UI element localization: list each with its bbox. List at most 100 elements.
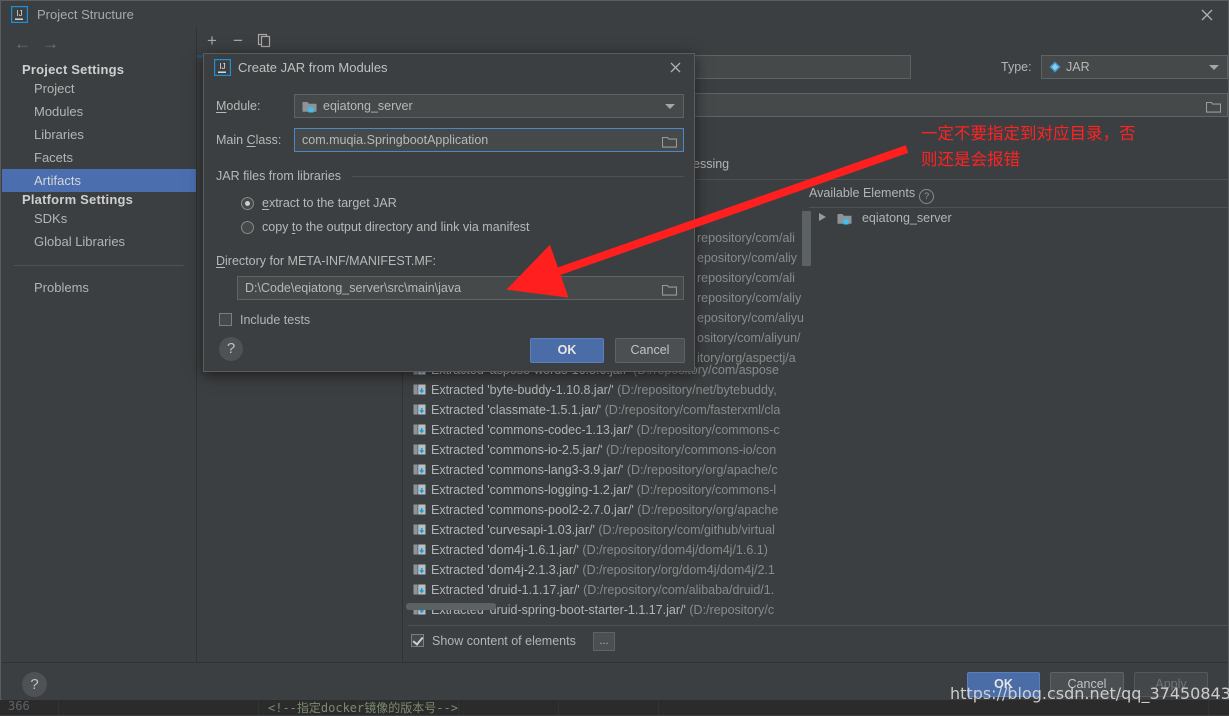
- element-row[interactable]: Extracted 'dom4j-2.1.3.jar/' (D:/reposit…: [413, 563, 775, 577]
- element-prefix: Extracted: [431, 403, 484, 417]
- element-name: 'commons-lang3-3.9.jar/': [487, 463, 624, 477]
- include-tests-label: Include tests: [240, 313, 311, 327]
- elements-vertical-scrollbar[interactable]: [802, 211, 811, 266]
- hidden-path-fragment: repository/com/ali: [697, 271, 795, 285]
- elements-horizontal-scrollbar[interactable]: [406, 603, 496, 610]
- jar-type-icon: [1049, 58, 1061, 80]
- show-content-label: Show content of elements: [432, 634, 576, 648]
- add-artifact-button[interactable]: +: [207, 32, 217, 50]
- element-prefix: Extracted: [431, 383, 484, 397]
- element-prefix: Extracted: [431, 563, 484, 577]
- manifest-directory-label: Directory for META-INF/MANIFEST.MF:: [216, 254, 436, 268]
- show-content-of-elements-checkbox[interactable]: Show content of elements: [411, 634, 576, 648]
- module-folder-icon: [837, 212, 852, 228]
- module-select[interactable]: eqiatong_server: [294, 94, 684, 118]
- dialog-help-button[interactable]: ?: [219, 337, 243, 361]
- checkbox-box: [411, 634, 424, 647]
- artifact-type-value: JAR: [1066, 60, 1090, 74]
- sidebar-item-problems[interactable]: Problems: [2, 276, 196, 299]
- element-prefix: Extracted: [431, 423, 484, 437]
- help-button[interactable]: ?: [22, 672, 47, 697]
- extracted-jar-icon: [413, 563, 426, 576]
- jar-files-group-label: JAR files from libraries: [216, 169, 342, 183]
- close-icon[interactable]: [666, 59, 686, 77]
- remove-artifact-button[interactable]: −: [233, 32, 243, 50]
- element-row[interactable]: Extracted 'druid-1.1.17.jar/' (D:/reposi…: [413, 583, 774, 597]
- navigation-arrows: ← →: [14, 33, 94, 55]
- folder-browse-icon[interactable]: [661, 281, 678, 299]
- element-path: (D:/repository/com/github/virtual: [598, 523, 775, 537]
- element-path: (D:/repository/com/alibaba/druid/1.: [583, 583, 775, 597]
- available-tree-root-row[interactable]: eqiatong_server: [818, 211, 952, 228]
- dialog-titlebar: IJ Create JAR from Modules: [204, 54, 694, 82]
- show-content-options-button[interactable]: ...: [593, 632, 615, 651]
- radio-extract-to-target-jar[interactable]: [241, 197, 254, 210]
- sidebar-item-modules[interactable]: Modules: [2, 100, 196, 123]
- create-jar-from-modules-dialog: IJ Create JAR from Modules Module: eqiat…: [203, 53, 695, 372]
- element-row[interactable]: Extracted 'dom4j-1.6.1.jar/' (D:/reposit…: [413, 543, 768, 557]
- settings-sidebar: ← → Project Settings Project Modules Lib…: [2, 28, 197, 662]
- annotation-line-1: 一定不要指定到对应目录，否: [921, 124, 1136, 143]
- checkbox-box: [219, 313, 232, 326]
- element-prefix: Extracted: [431, 583, 484, 597]
- extracted-jar-icon: [413, 503, 426, 516]
- radio-copy-to-output-directory[interactable]: [241, 221, 254, 234]
- radio-copy-label: copy to the output directory and link vi…: [262, 220, 530, 234]
- element-row[interactable]: Extracted 'byte-buddy-1.10.8.jar/' (D:/r…: [413, 383, 777, 397]
- hidden-path-text: repository/com/ali: [697, 231, 795, 245]
- sidebar-item-project[interactable]: Project: [2, 77, 196, 100]
- element-row[interactable]: Extracted 'commons-pool2-2.7.0.jar/' (D:…: [413, 503, 778, 517]
- dialog-ok-button[interactable]: OK: [530, 338, 604, 363]
- annotation-line-2: 则还是会报错: [921, 150, 1020, 169]
- folder-browse-icon[interactable]: [661, 133, 678, 151]
- element-name: 'druid-spring-boot-starter-1.1.17.jar/': [487, 603, 686, 617]
- element-path: (D:/repository/com/fasterxml/cla: [604, 403, 781, 417]
- main-class-input[interactable]: com.muqia.SpringbootApplication: [294, 128, 684, 152]
- sidebar-item-sdks[interactable]: SDKs: [2, 207, 196, 230]
- watermark-text: https://blog.csdn.net/qq_37450843: [950, 684, 1229, 703]
- group-divider: [352, 176, 684, 177]
- element-row[interactable]: Extracted 'commons-logging-1.2.jar/' (D:…: [413, 483, 776, 497]
- copy-icon[interactable]: [257, 33, 272, 52]
- element-path: (D:/repository/c: [689, 603, 775, 617]
- svg-text:IJ: IJ: [219, 62, 225, 71]
- post-processing-label: essing: [693, 157, 730, 171]
- manifest-directory-input[interactable]: D:\Code\eqiatong_server\src\main\java: [237, 276, 684, 300]
- arrow-right-icon[interactable]: →: [42, 35, 59, 52]
- available-elements-title: Available Elements?: [809, 186, 935, 204]
- artifact-type-select[interactable]: JAR: [1041, 55, 1228, 79]
- sidebar-item-artifacts[interactable]: Artifacts: [2, 169, 196, 192]
- expand-triangle-icon[interactable]: [818, 211, 827, 225]
- extracted-jar-icon: [413, 383, 426, 396]
- element-row[interactable]: Extracted 'commons-io-2.5.jar/' (D:/repo…: [413, 443, 776, 457]
- element-row[interactable]: Extracted 'classmate-1.5.1.jar/' (D:/rep…: [413, 403, 780, 417]
- close-icon[interactable]: [1196, 6, 1218, 24]
- manifest-directory-value: D:\Code\eqiatong_server\src\main\java: [245, 281, 462, 295]
- element-path: (D:/repository/commons-io/con: [606, 443, 777, 457]
- window-title: Project Structure: [37, 7, 134, 22]
- element-name: 'byte-buddy-1.10.8.jar/': [487, 383, 614, 397]
- chevron-down-icon: [665, 104, 675, 109]
- sidebar-item-libraries[interactable]: Libraries: [2, 123, 196, 146]
- folder-browse-icon[interactable]: [1205, 98, 1222, 116]
- hidden-path-fragment: repository/com/aliy: [697, 291, 801, 305]
- hidden-path-fragment: epository/com/aliyu: [697, 311, 804, 325]
- element-row[interactable]: Extracted 'curvesapi-1.03.jar/' (D:/repo…: [413, 523, 775, 537]
- element-name: 'commons-codec-1.13.jar/': [487, 423, 634, 437]
- element-path: (D:/repository/commons-l: [636, 483, 777, 497]
- include-tests-checkbox[interactable]: Include tests: [219, 313, 310, 327]
- hidden-path-text: repository/com/aliy: [697, 291, 802, 305]
- arrow-left-icon[interactable]: ←: [14, 35, 31, 52]
- element-row[interactable]: Extracted 'commons-codec-1.13.jar/' (D:/…: [413, 423, 780, 437]
- extracted-jar-icon: [413, 583, 426, 596]
- element-row[interactable]: Extracted 'commons-lang3-3.9.jar/' (D:/r…: [413, 463, 778, 477]
- hidden-path-text: epository/com/aliy: [697, 251, 798, 265]
- hidden-path-text: epository/com/aliyu: [697, 311, 804, 325]
- sidebar-item-global-libraries[interactable]: Global Libraries: [2, 230, 196, 253]
- element-prefix: Extracted: [431, 483, 484, 497]
- sidebar-item-facets[interactable]: Facets: [2, 146, 196, 169]
- dialog-cancel-button[interactable]: Cancel: [615, 338, 685, 363]
- help-icon[interactable]: ?: [919, 189, 935, 204]
- element-prefix: Extracted: [431, 463, 484, 477]
- element-path: (D:/repository/org/apache: [637, 503, 779, 517]
